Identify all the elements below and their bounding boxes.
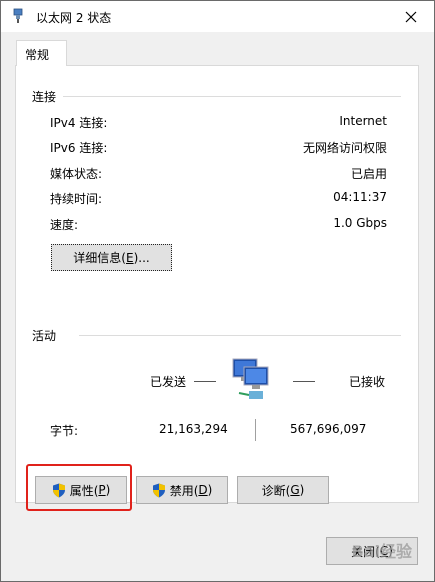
received-line <box>293 381 315 382</box>
media-state-label: 媒体状态: <box>50 167 103 181</box>
diagnose-button-prefix: 诊断( <box>261 483 291 498</box>
status-dialog: 以太网 2 状态 常规 连接 IPv4 连接: Internet IPv6 连接… <box>0 0 435 582</box>
diagnose-button-accel: G <box>290 483 300 497</box>
speed-label: 速度: <box>50 218 79 232</box>
bytes-label: 字节: <box>50 424 79 438</box>
ipv4-label: IPv4 连接: <box>50 116 108 130</box>
speed-value: 1.0 Gbps <box>333 216 387 230</box>
ipv6-label: IPv6 连接: <box>50 141 108 155</box>
activity-group-line <box>79 335 401 336</box>
uac-shield-icon <box>152 483 165 497</box>
bytes-sent-value: 21,163,294 <box>159 422 228 436</box>
tab-general[interactable]: 常规 <box>16 40 67 66</box>
details-button[interactable]: 详细信息(E)... <box>51 244 172 271</box>
details-button-suffix: )... <box>133 250 150 265</box>
details-button-accel: E <box>125 250 134 265</box>
disable-button-prefix: 禁用( <box>169 483 199 498</box>
duration-label: 持续时间: <box>50 192 103 206</box>
network-computers-icon <box>232 358 269 399</box>
sent-line <box>194 381 216 382</box>
window-title: 以太网 2 状态 <box>36 11 112 25</box>
close-icon[interactable] <box>388 1 434 32</box>
details-button-prefix: 详细信息( <box>73 251 126 265</box>
activity-group-label: 活动 <box>32 329 57 343</box>
disable-button[interactable]: 禁用(D) <box>136 476 228 504</box>
tab-general-label: 常规 <box>25 48 50 62</box>
title-bar[interactable]: 以太网 2 状态 <box>1 1 434 32</box>
diagnose-button[interactable]: 诊断(G) <box>237 476 329 504</box>
ethernet-icon <box>13 8 23 23</box>
media-state-value: 已启用 <box>350 167 387 181</box>
sent-label: 已发送 <box>150 375 187 389</box>
ipv4-value: Internet <box>339 114 387 128</box>
duration-value: 04:11:37 <box>333 190 387 204</box>
watermark: Bai经验 <box>351 542 412 561</box>
disable-button-accel: D <box>198 483 208 497</box>
connection-group-line <box>63 96 401 97</box>
background-window-edge <box>1 32 13 581</box>
disable-button-suffix: ) <box>207 483 213 497</box>
connection-group-label: 连接 <box>32 90 57 104</box>
properties-highlight-box <box>26 464 132 511</box>
bytes-received-value: 567,696,097 <box>290 422 367 436</box>
diagnose-button-suffix: ) <box>299 483 305 497</box>
ipv6-value: 无网络访问权限 <box>302 141 387 155</box>
received-label: 已接收 <box>349 375 386 389</box>
bytes-divider <box>255 419 256 441</box>
